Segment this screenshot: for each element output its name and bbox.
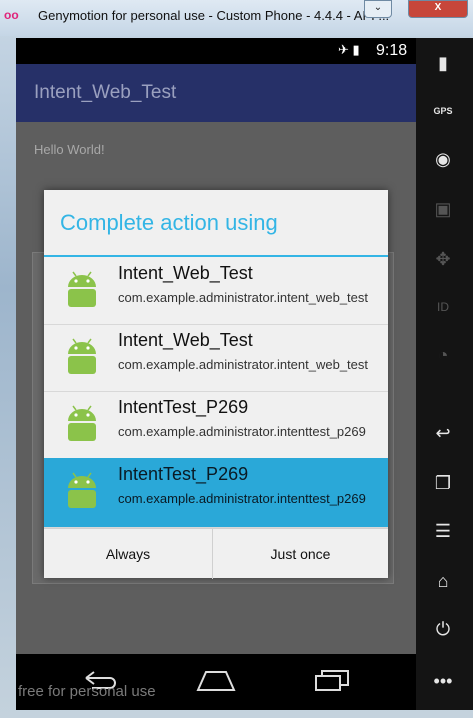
list-item[interactable]: IntentTest_P269 com.example.administrato… [44, 391, 388, 459]
app-name: Intent_Web_Test [118, 263, 253, 283]
package-name: com.example.administrator.intenttest_p26… [118, 424, 366, 439]
app-title: Intent_Web_Test [34, 82, 177, 103]
status-bar: ✈ ▮ 9:18 [16, 38, 416, 64]
android-icon [68, 405, 96, 441]
android-icon [68, 472, 96, 508]
status-time: 9:18 [376, 42, 408, 59]
camera-icon[interactable]: ◉ [428, 144, 458, 174]
menu-button-icon[interactable]: ☰ [428, 516, 458, 546]
hello-text: Hello World! [34, 142, 105, 157]
recent-apps-icon[interactable] [314, 668, 352, 692]
emulator-toolbar: ▮ GPS ◉ ▣ ✥ ID ◔ ↩ ❐ ☰ ⌂ ⏻ ••• [416, 38, 473, 710]
more-options-icon[interactable]: ••• [428, 666, 458, 696]
list-item[interactable]: Intent_Web_Test com.example.administrato… [44, 324, 388, 392]
video-capture-icon[interactable]: ▣ [428, 194, 458, 224]
app-name: IntentTest_P269 [118, 464, 249, 484]
power-icon[interactable]: ⏻ [428, 614, 458, 644]
battery-icon[interactable]: ▮ [428, 48, 458, 78]
list-item[interactable]: Intent_Web_Test com.example.administrato… [44, 257, 388, 325]
app-name: Intent_Web_Test [118, 330, 253, 350]
package-name: com.example.administrator.intenttest_p26… [118, 491, 366, 506]
close-button[interactable]: X [408, 0, 468, 18]
genymotion-logo-icon: oo [4, 8, 19, 22]
chooser-dialog: Complete action using Intent_Web_Test co… [44, 190, 388, 579]
always-button[interactable]: Always [44, 529, 213, 579]
home-icon[interactable] [196, 668, 236, 692]
app-name: IntentTest_P269 [118, 397, 249, 417]
package-name: com.example.administrator.intent_web_tes… [118, 357, 369, 372]
just-once-button[interactable]: Just once [213, 529, 388, 579]
gps-icon[interactable]: GPS [428, 96, 458, 126]
phone-frame: ✈ ▮ 9:18 Intent_Web_Test Hello World! Co… [16, 38, 473, 710]
dialog-title: Complete action using [60, 210, 278, 235]
status-icons: ✈ ▮ [338, 42, 360, 57]
package-name: com.example.administrator.intent_web_tes… [118, 290, 369, 305]
home-button-icon[interactable]: ⌂ [428, 566, 458, 596]
android-icon [68, 338, 96, 374]
window-titlebar[interactable]: oo Genymotion for personal use - Custom … [0, 0, 473, 36]
navigation-bar [16, 654, 416, 710]
recent-apps-button-icon[interactable]: ❐ [428, 468, 458, 498]
watermark-text: free for personal use [18, 683, 156, 700]
device-id-icon[interactable]: ID [428, 292, 458, 322]
action-bar: Intent_Web_Test [16, 64, 416, 122]
minimize-button[interactable]: ⌄ [364, 0, 392, 18]
app-screen: Intent_Web_Test Hello World! Complete ac… [16, 64, 416, 654]
window-title: Genymotion for personal use - Custom Pho… [38, 8, 390, 23]
android-icon [68, 271, 96, 307]
back-button-icon[interactable]: ↩ [428, 418, 458, 448]
list-item-selected[interactable]: IntentTest_P269 com.example.administrato… [44, 458, 388, 528]
dialog-buttons: Always Just once [44, 528, 388, 579]
network-icon[interactable]: ◔ [428, 340, 458, 370]
dpad-icon[interactable]: ✥ [428, 244, 458, 274]
